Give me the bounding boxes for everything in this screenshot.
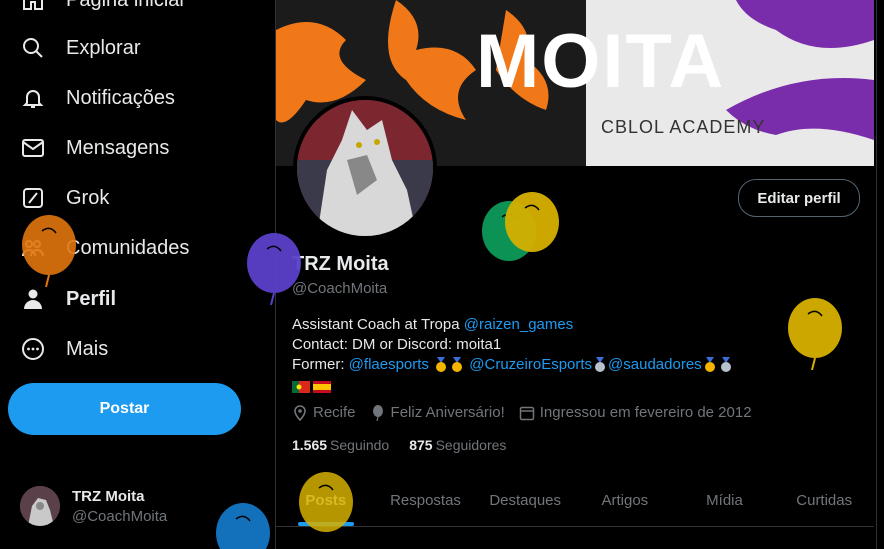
sidebar-item-grok[interactable]: Grok — [20, 178, 109, 218]
joined-date: Ingressou em fevereiro de 2012 — [519, 404, 752, 421]
followers-count: 875 — [409, 437, 433, 453]
birthday-text: Feliz Aniversário! — [390, 404, 505, 421]
bio-contact: Contact: DM or Discord: moita1 — [292, 336, 502, 353]
gold-medal-icon — [451, 357, 463, 373]
tab-articles[interactable]: Artigos — [575, 474, 675, 526]
sidebar-item-label: Mais — [66, 337, 109, 360]
sidebar-item-more[interactable]: Mais — [20, 329, 108, 369]
portugal-flag-icon — [292, 379, 310, 394]
tab-highlights[interactable]: Destaques — [475, 474, 575, 526]
silver-medal-icon — [720, 357, 732, 373]
tab-likes[interactable]: Curtidas — [774, 474, 874, 526]
bio-link-raizen[interactable]: @raizen_games — [464, 316, 573, 333]
mail-icon — [20, 135, 46, 161]
bio-former-label: Former: — [292, 356, 349, 373]
profile-name: TRZ Moita — [292, 253, 389, 275]
following-link[interactable]: 1.565 Seguindo — [292, 437, 389, 453]
bio-text: Assistant Coach at Tropa — [292, 316, 464, 333]
balloon-decoration — [505, 192, 559, 252]
sidebar-item-home[interactable]: Página inicial — [20, 0, 184, 20]
balloon-decoration — [247, 233, 301, 305]
profile-column: MOITA CBLOL ACADEMY Editar perfil TRZ Mo… — [275, 0, 877, 549]
sidebar-item-messages[interactable]: Mensagens — [20, 128, 169, 168]
sidebar-item-label: Perfil — [66, 287, 117, 310]
banner-title: MOITA — [476, 19, 726, 104]
spain-flag-icon — [313, 379, 331, 394]
edit-profile-button[interactable]: Editar perfil — [738, 179, 860, 217]
following-count: 1.565 — [292, 437, 328, 453]
profile-tabs: Posts Respostas Destaques Artigos Mídia … — [276, 474, 874, 527]
follow-stats: 1.565 Seguindo 875 Seguidores — [292, 437, 506, 453]
profile-meta: Recife Feliz Aniversário! Ingressou em f… — [292, 404, 766, 421]
profile-bio: Assistant Coach at Tropa @raizen_games C… — [292, 315, 852, 395]
location: Recife — [292, 404, 356, 421]
balloon-decoration — [299, 472, 353, 532]
avatar — [20, 486, 60, 526]
tab-media[interactable]: Mídia — [675, 474, 775, 526]
sidebar-item-label: Página inicial — [66, 0, 184, 12]
gold-medal-icon — [435, 357, 447, 373]
sidebar-item-label: Grok — [66, 186, 110, 209]
balloon-icon — [372, 404, 383, 421]
joined-text: Ingressou em fevereiro de 2012 — [539, 404, 752, 421]
sidebar-item-label: Notificações — [66, 86, 175, 109]
account-handle: @CoachMoita — [72, 507, 168, 525]
account-name: TRZ Moita — [72, 487, 145, 505]
bio-link-flaesports[interactable]: @flaesports — [349, 356, 429, 373]
silver-medal-icon — [594, 357, 606, 373]
account-switcher[interactable]: TRZ Moita @CoachMoita — [20, 486, 167, 526]
location-pin-icon — [294, 404, 306, 421]
bio-link-saudadores[interactable]: @saudadores — [608, 356, 702, 373]
sidebar-item-label: Explorar — [66, 36, 141, 59]
calendar-icon — [519, 406, 534, 420]
followers-link[interactable]: 875 Seguidores — [409, 437, 506, 453]
grok-icon — [20, 185, 46, 211]
sidebar-item-explore[interactable]: Explorar — [20, 28, 140, 68]
balloon-decoration — [22, 215, 76, 287]
person-icon — [20, 286, 46, 312]
balloon-decoration — [788, 298, 842, 370]
balloon-decoration — [216, 503, 270, 549]
profile-avatar[interactable] — [293, 96, 437, 240]
tab-replies[interactable]: Respostas — [376, 474, 476, 526]
sidebar-item-notifications[interactable]: Notificações — [20, 78, 175, 118]
following-label: Seguindo — [330, 437, 390, 453]
birthday: Feliz Aniversário! — [370, 404, 505, 421]
banner-subtitle: CBLOL ACADEMY — [601, 117, 766, 137]
sidebar-item-label: Comunidades — [66, 236, 190, 259]
gold-medal-icon — [704, 357, 716, 373]
search-icon — [20, 35, 46, 61]
post-button[interactable]: Postar — [8, 383, 241, 435]
sidebar-item-label: Mensagens — [66, 136, 170, 159]
bell-icon — [20, 85, 46, 111]
bio-link-cruzeiro[interactable]: @CruzeiroEsports — [469, 356, 592, 373]
more-circle-icon — [20, 336, 46, 362]
location-text: Recife — [313, 404, 356, 421]
profile-handle: @CoachMoita — [292, 280, 388, 297]
home-icon — [20, 0, 46, 13]
followers-label: Seguidores — [435, 437, 507, 453]
